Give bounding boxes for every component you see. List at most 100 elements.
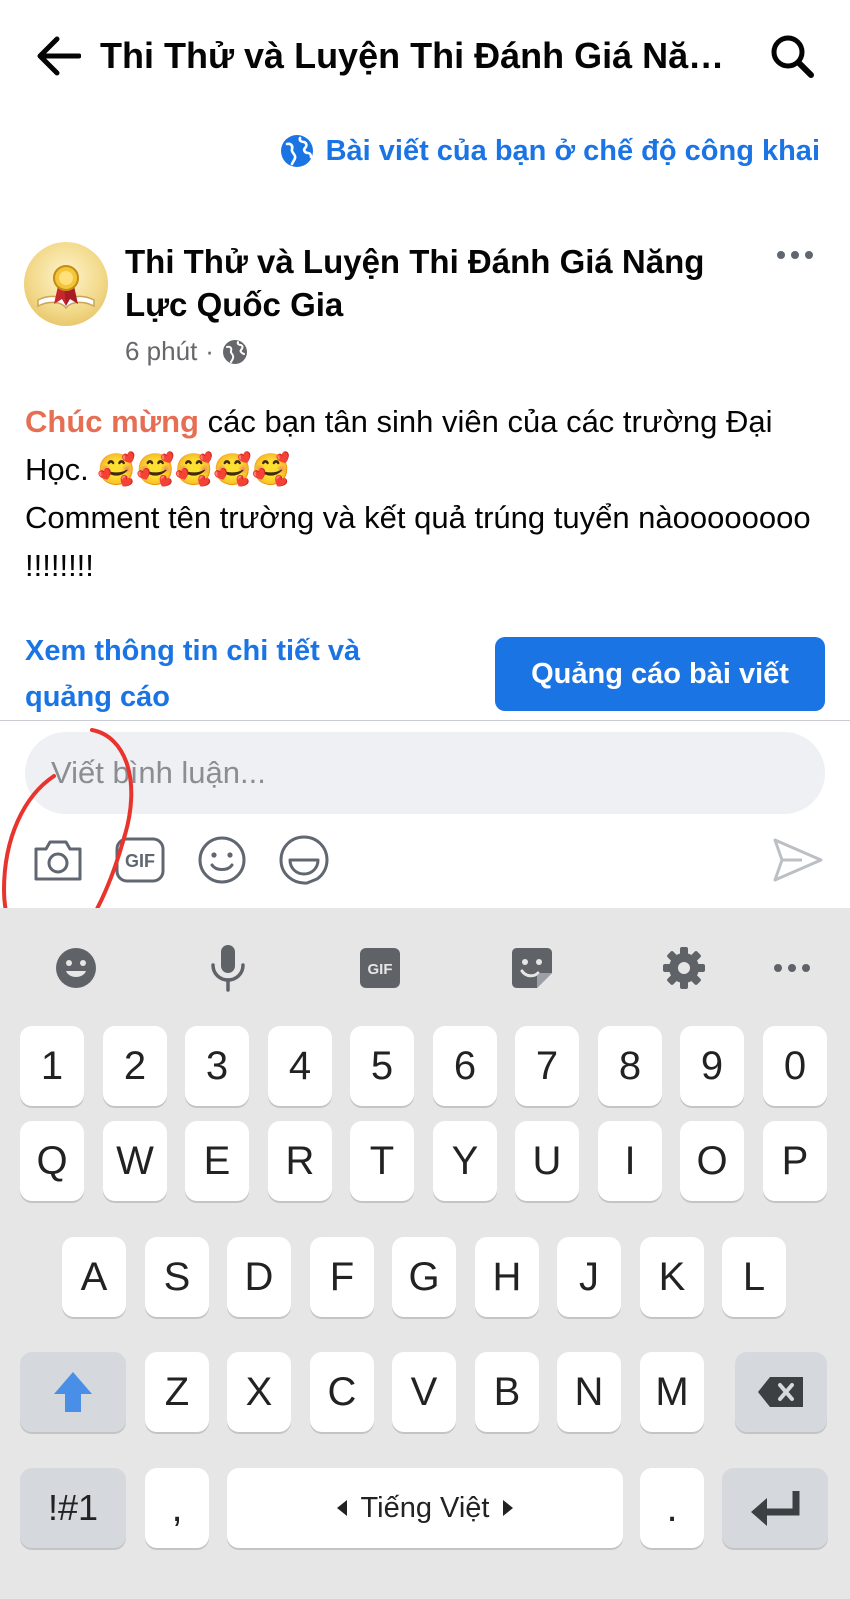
space-label: Tiếng Việt bbox=[336, 1491, 514, 1525]
sticker-icon bbox=[512, 948, 552, 988]
key-4[interactable]: 4 bbox=[268, 1026, 332, 1106]
key-o[interactable]: O bbox=[680, 1121, 744, 1201]
key-3[interactable]: 3 bbox=[185, 1026, 249, 1106]
post-emojis: 🥰🥰🥰🥰🥰 bbox=[97, 452, 291, 487]
keyboard: GIF 1 2 3 4 5 6 7 8 9 0 Q W E R T Y U I … bbox=[0, 908, 850, 1599]
key-2[interactable]: 2 bbox=[103, 1026, 167, 1106]
boost-post-button[interactable]: Quảng cáo bài viết bbox=[495, 637, 825, 711]
period-key[interactable]: . bbox=[640, 1468, 704, 1548]
microphone-icon bbox=[211, 945, 245, 992]
key-7[interactable]: 7 bbox=[515, 1026, 579, 1106]
more-dots-icon bbox=[774, 964, 810, 972]
meta-separator: · bbox=[205, 336, 214, 366]
sticker-button[interactable] bbox=[276, 832, 332, 888]
key-f[interactable]: F bbox=[310, 1237, 374, 1317]
key-d[interactable]: D bbox=[227, 1237, 291, 1317]
key-6[interactable]: 6 bbox=[433, 1026, 497, 1106]
key-1[interactable]: 1 bbox=[20, 1026, 84, 1106]
medal-logo-icon bbox=[37, 265, 95, 310]
key-b[interactable]: B bbox=[475, 1352, 539, 1432]
kb-settings-button[interactable] bbox=[656, 940, 712, 996]
comment-box[interactable] bbox=[25, 732, 825, 814]
key-l[interactable]: L bbox=[722, 1237, 786, 1317]
post-highlight: Chúc mừng bbox=[25, 404, 199, 439]
key-w[interactable]: W bbox=[103, 1121, 167, 1201]
gif-icon: GIF bbox=[115, 837, 165, 883]
comma-key[interactable]: , bbox=[145, 1468, 209, 1548]
globe-icon bbox=[222, 339, 247, 364]
key-v[interactable]: V bbox=[392, 1352, 456, 1432]
enter-key[interactable] bbox=[722, 1468, 828, 1548]
kb-emoji-button[interactable] bbox=[48, 940, 104, 996]
post-text: Comment tên trường và kết quả trúng tuyể… bbox=[25, 500, 811, 583]
shift-key[interactable] bbox=[20, 1352, 126, 1432]
post-time: 6 phút bbox=[125, 336, 198, 366]
key-u[interactable]: U bbox=[515, 1121, 579, 1201]
page-avatar[interactable] bbox=[24, 242, 108, 326]
sticker-icon bbox=[279, 835, 329, 885]
key-m[interactable]: M bbox=[640, 1352, 704, 1432]
gif-text: GIF bbox=[368, 961, 393, 978]
gif-button[interactable]: GIF bbox=[112, 832, 168, 888]
smiley-icon bbox=[198, 836, 246, 884]
post-content: Chúc mừng các bạn tân sinh viên của các … bbox=[25, 398, 825, 590]
post-author[interactable]: Thi Thử và Luyện Thi Đánh Giá Năng Lực Q… bbox=[125, 240, 755, 326]
post-meta: 6 phút · bbox=[125, 336, 248, 367]
key-h[interactable]: H bbox=[475, 1237, 539, 1317]
gif-icon: GIF bbox=[360, 948, 400, 988]
more-dots-icon bbox=[791, 251, 799, 259]
backspace-key[interactable] bbox=[735, 1352, 827, 1432]
post-options-button[interactable] bbox=[770, 240, 820, 270]
page-title: Thi Thử và Luyện Thi Đánh Giá Năng Lực Q… bbox=[100, 35, 740, 76]
search-icon bbox=[771, 35, 814, 78]
key-g[interactable]: G bbox=[392, 1237, 456, 1317]
arrow-left-icon bbox=[37, 36, 81, 76]
caret-right-icon bbox=[503, 1500, 514, 1516]
key-e[interactable]: E bbox=[185, 1121, 249, 1201]
keyboard-language: Tiếng Việt bbox=[360, 1491, 490, 1524]
search-button[interactable] bbox=[762, 28, 822, 84]
backspace-icon bbox=[758, 1377, 803, 1407]
space-key[interactable]: Tiếng Việt bbox=[227, 1468, 623, 1548]
kb-more-button[interactable] bbox=[764, 940, 820, 996]
kb-gif-button[interactable]: GIF bbox=[352, 940, 408, 996]
key-a[interactable]: A bbox=[62, 1237, 126, 1317]
key-i[interactable]: I bbox=[598, 1121, 662, 1201]
key-n[interactable]: N bbox=[557, 1352, 621, 1432]
voice-input-button[interactable] bbox=[200, 940, 256, 996]
camera-icon bbox=[34, 840, 82, 881]
key-x[interactable]: X bbox=[227, 1352, 291, 1432]
key-p[interactable]: P bbox=[763, 1121, 827, 1201]
key-c[interactable]: C bbox=[310, 1352, 374, 1432]
globe-icon bbox=[280, 135, 313, 167]
privacy-note: Bài viết của bạn ở chế độ công khai bbox=[280, 134, 820, 168]
send-button[interactable] bbox=[770, 832, 826, 888]
key-q[interactable]: Q bbox=[20, 1121, 84, 1201]
comment-input[interactable] bbox=[25, 732, 825, 814]
emoji-button[interactable] bbox=[194, 832, 250, 888]
details-link[interactable]: Xem thông tin chi tiết và quảng cáo bbox=[25, 628, 445, 720]
back-button[interactable] bbox=[30, 28, 86, 84]
key-9[interactable]: 9 bbox=[680, 1026, 744, 1106]
key-k[interactable]: K bbox=[640, 1237, 704, 1317]
key-s[interactable]: S bbox=[145, 1237, 209, 1317]
key-0[interactable]: 0 bbox=[763, 1026, 827, 1106]
caret-left-icon bbox=[336, 1500, 347, 1516]
key-t[interactable]: T bbox=[350, 1121, 414, 1201]
key-j[interactable]: J bbox=[557, 1237, 621, 1317]
camera-button[interactable] bbox=[30, 832, 86, 888]
shift-arrow-icon bbox=[54, 1372, 92, 1412]
send-icon bbox=[773, 838, 823, 882]
key-z[interactable]: Z bbox=[145, 1352, 209, 1432]
key-8[interactable]: 8 bbox=[598, 1026, 662, 1106]
gear-icon bbox=[663, 947, 705, 989]
key-y[interactable]: Y bbox=[433, 1121, 497, 1201]
kb-sticker-button[interactable] bbox=[504, 940, 560, 996]
more-dots-icon bbox=[777, 251, 785, 259]
key-r[interactable]: R bbox=[268, 1121, 332, 1201]
top-bar: Thi Thử và Luyện Thi Đánh Giá Năng Lực Q… bbox=[0, 0, 850, 112]
symbols-key[interactable]: !#1 bbox=[20, 1468, 126, 1548]
more-dots-icon bbox=[805, 251, 813, 259]
key-5[interactable]: 5 bbox=[350, 1026, 414, 1106]
smiley-icon bbox=[56, 948, 96, 988]
